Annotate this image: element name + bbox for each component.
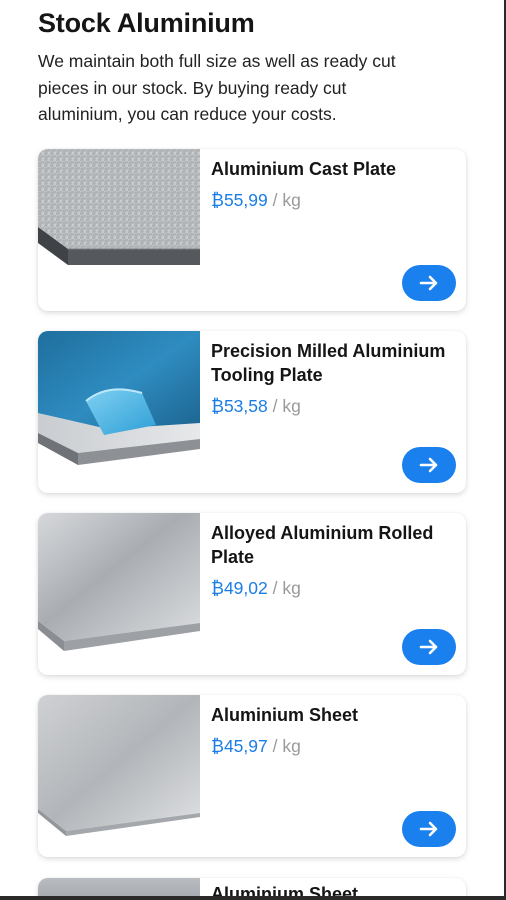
window-edge (0, 896, 506, 900)
arrow-right-icon (419, 275, 438, 291)
view-product-button[interactable] (402, 265, 456, 301)
product-card-partial[interactable]: Aluminium Sheet (38, 878, 466, 896)
price-line: ₿49,02 / kg (211, 577, 301, 599)
product-card-cast-plate[interactable]: Aluminium Cast Plate ₿55,99 / kg (38, 149, 466, 311)
view-product-button[interactable] (402, 811, 456, 847)
product-image (38, 878, 200, 896)
price-unit: / kg (272, 578, 301, 598)
product-name: Alloyed Aluminium Rolled Plate (211, 523, 434, 567)
page-title: Stock Aluminium (38, 8, 255, 38)
price-unit: / kg (272, 396, 301, 416)
product-price: ₿55,99 (211, 190, 268, 210)
intro-line: pieces in our stock. By buying ready cut (38, 77, 347, 98)
intro-line: aluminium, you can reduce your costs. (38, 104, 337, 124)
product-card-rolled-plate[interactable]: Alloyed Aluminium Rolled Plate ₿49,02 / … (38, 513, 466, 675)
cast-plate-image (38, 149, 200, 311)
product-card-sheet[interactable]: Aluminium Sheet ₿45,97 / kg (38, 695, 466, 857)
product-price: ₿53,58 (211, 396, 268, 416)
sheet-image (38, 695, 200, 857)
product-name: Aluminium Cast Plate (211, 159, 397, 179)
price-unit: / kg (272, 190, 301, 210)
product-name: Aluminium Sheet (211, 884, 359, 896)
arrow-right-icon (419, 639, 438, 655)
product-price: ₿49,02 (211, 578, 268, 598)
product-name: Aluminium Sheet (211, 705, 359, 725)
price-line: ₿55,99 / kg (211, 189, 301, 211)
arrow-right-icon (419, 457, 438, 473)
product-name: Precision Milled Aluminium Tooling Plate (211, 341, 446, 385)
product-list-page: Stock Aluminium We maintain both full si… (0, 0, 504, 896)
product-price: ₿45,97 (211, 736, 268, 756)
arrow-right-icon (419, 821, 438, 837)
product-card-tooling-plate[interactable]: Precision Milled Aluminium Tooling Plate… (38, 331, 466, 493)
rolled-plate-image (38, 513, 200, 675)
tooling-plate-image (38, 331, 200, 493)
intro-line: We maintain both full size as well as re… (38, 51, 396, 71)
price-line: ₿53,58 / kg (211, 395, 301, 417)
price-line: ₿45,97 / kg (211, 735, 301, 757)
view-product-button[interactable] (402, 629, 456, 665)
intro-text: We maintain both full size as well as re… (38, 48, 458, 128)
price-unit: / kg (272, 736, 301, 756)
view-product-button[interactable] (402, 447, 456, 483)
